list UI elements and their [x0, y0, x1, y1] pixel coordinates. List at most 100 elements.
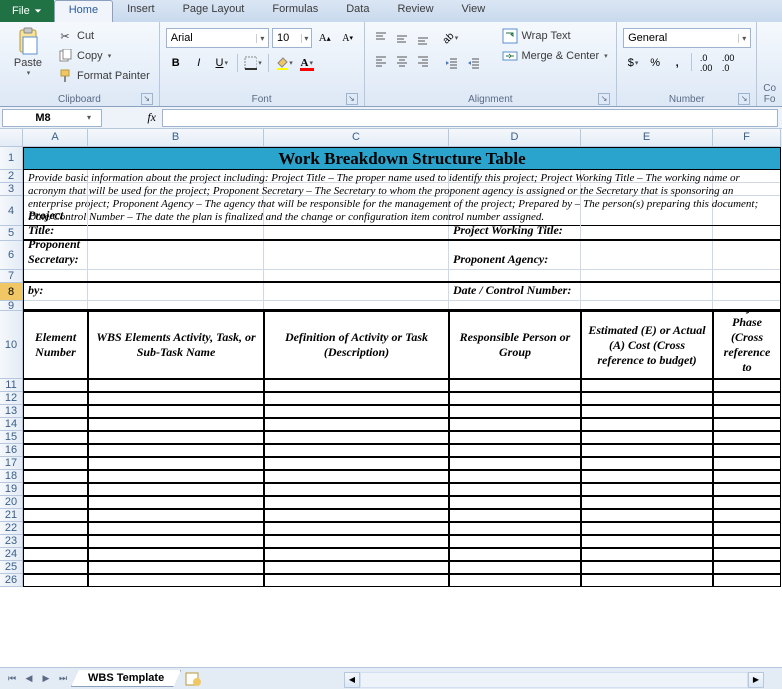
- cell[interactable]: [713, 483, 781, 496]
- cell[interactable]: [88, 283, 264, 301]
- cell[interactable]: [449, 535, 581, 548]
- cell[interactable]: [88, 548, 264, 561]
- cell[interactable]: [23, 431, 88, 444]
- cell[interactable]: [88, 379, 264, 392]
- row-header[interactable]: 14: [0, 418, 23, 431]
- cell[interactable]: [88, 241, 264, 270]
- accounting-format-button[interactable]: $▾: [623, 53, 643, 73]
- cell[interactable]: [88, 444, 264, 457]
- cell[interactable]: [713, 457, 781, 470]
- tab-review[interactable]: Review: [383, 0, 447, 22]
- cells-area[interactable]: Work Breakdown Structure TableProvide ba…: [23, 147, 781, 587]
- cell[interactable]: [264, 283, 449, 301]
- row-header[interactable]: 19: [0, 483, 23, 496]
- cell[interactable]: [264, 496, 449, 509]
- cell[interactable]: [23, 522, 88, 535]
- fill-color-button[interactable]: ▾: [274, 53, 294, 73]
- row-header[interactable]: 4: [0, 196, 23, 226]
- cell[interactable]: [449, 405, 581, 418]
- select-all-corner[interactable]: [0, 129, 23, 147]
- cell[interactable]: [581, 301, 713, 311]
- cell[interactable]: [449, 470, 581, 483]
- bold-button[interactable]: B: [166, 53, 186, 73]
- number-format-combo[interactable]: ▾: [623, 28, 751, 48]
- cell[interactable]: [581, 457, 713, 470]
- cell[interactable]: [23, 483, 88, 496]
- cell[interactable]: [264, 548, 449, 561]
- cut-button[interactable]: ✂ Cut: [54, 27, 153, 45]
- row-header[interactable]: 5: [0, 226, 23, 241]
- scroll-left-icon[interactable]: ◀: [344, 672, 360, 688]
- cell[interactable]: [449, 561, 581, 574]
- cell[interactable]: [581, 561, 713, 574]
- increase-indent-button[interactable]: [463, 53, 483, 73]
- comma-button[interactable]: ,: [667, 53, 687, 73]
- cell[interactable]: [713, 283, 781, 301]
- cell[interactable]: Project Phase (Cross reference to schedu…: [713, 311, 781, 379]
- cell[interactable]: [23, 548, 88, 561]
- cell[interactable]: [713, 522, 781, 535]
- cell[interactable]: [713, 509, 781, 522]
- grow-font-button[interactable]: A▴: [315, 28, 335, 48]
- cell[interactable]: [23, 561, 88, 574]
- cell[interactable]: [23, 392, 88, 405]
- align-middle-button[interactable]: [392, 28, 412, 48]
- font-size-combo[interactable]: ▾: [272, 28, 312, 48]
- font-name-input[interactable]: [167, 32, 256, 44]
- cell[interactable]: [264, 301, 449, 311]
- cell[interactable]: [449, 444, 581, 457]
- cell[interactable]: [23, 496, 88, 509]
- cell[interactable]: [449, 431, 581, 444]
- underline-button[interactable]: U▾: [212, 53, 232, 73]
- row-header[interactable]: 21: [0, 509, 23, 522]
- font-name-combo[interactable]: ▾: [166, 28, 269, 48]
- font-size-input[interactable]: [273, 32, 301, 44]
- font-color-button[interactable]: A ▾: [297, 53, 317, 73]
- row-header[interactable]: 16: [0, 444, 23, 457]
- chevron-down-icon[interactable]: ▾: [83, 113, 95, 122]
- cell[interactable]: [449, 509, 581, 522]
- cell[interactable]: [88, 270, 264, 283]
- cell[interactable]: [88, 405, 264, 418]
- cell[interactable]: [23, 301, 88, 311]
- row-header[interactable]: 25: [0, 561, 23, 574]
- cell[interactable]: [581, 574, 713, 587]
- cell[interactable]: [88, 470, 264, 483]
- cell[interactable]: [264, 418, 449, 431]
- sheet-tab[interactable]: WBS Template: [71, 670, 181, 687]
- cell[interactable]: [581, 241, 713, 270]
- cell[interactable]: [264, 535, 449, 548]
- row-header[interactable]: 6: [0, 241, 23, 270]
- row-header[interactable]: 7: [0, 270, 23, 283]
- tab-nav-first-icon[interactable]: ⏮: [4, 671, 20, 687]
- cell[interactable]: [713, 392, 781, 405]
- align-top-button[interactable]: [371, 28, 391, 48]
- cell[interactable]: [581, 283, 713, 301]
- cell[interactable]: [581, 548, 713, 561]
- cell[interactable]: [713, 548, 781, 561]
- row-header[interactable]: 9: [0, 301, 23, 311]
- col-header[interactable]: B: [88, 129, 264, 147]
- col-header[interactable]: C: [264, 129, 449, 147]
- cell[interactable]: [581, 431, 713, 444]
- cell[interactable]: [581, 392, 713, 405]
- cell[interactable]: [23, 535, 88, 548]
- cell[interactable]: [23, 574, 88, 587]
- row-header[interactable]: 8: [0, 283, 23, 301]
- decrease-decimal-button[interactable]: .00.0: [718, 53, 738, 73]
- increase-decimal-button[interactable]: .0.00: [696, 53, 716, 73]
- cell[interactable]: [23, 470, 88, 483]
- dialog-launcher-icon[interactable]: ↘: [738, 93, 750, 105]
- scroll-right-icon[interactable]: ▶: [748, 672, 764, 688]
- cell[interactable]: [264, 509, 449, 522]
- cell[interactable]: Responsible Person or Group: [449, 311, 581, 379]
- tab-formulas[interactable]: Formulas: [258, 0, 332, 22]
- paste-button[interactable]: Paste ▾: [6, 25, 50, 93]
- decrease-indent-button[interactable]: [441, 53, 461, 73]
- cell[interactable]: [23, 418, 88, 431]
- cell[interactable]: [713, 270, 781, 283]
- row-header[interactable]: 12: [0, 392, 23, 405]
- fx-icon[interactable]: fx: [104, 110, 162, 125]
- cell[interactable]: [264, 405, 449, 418]
- cell[interactable]: [713, 561, 781, 574]
